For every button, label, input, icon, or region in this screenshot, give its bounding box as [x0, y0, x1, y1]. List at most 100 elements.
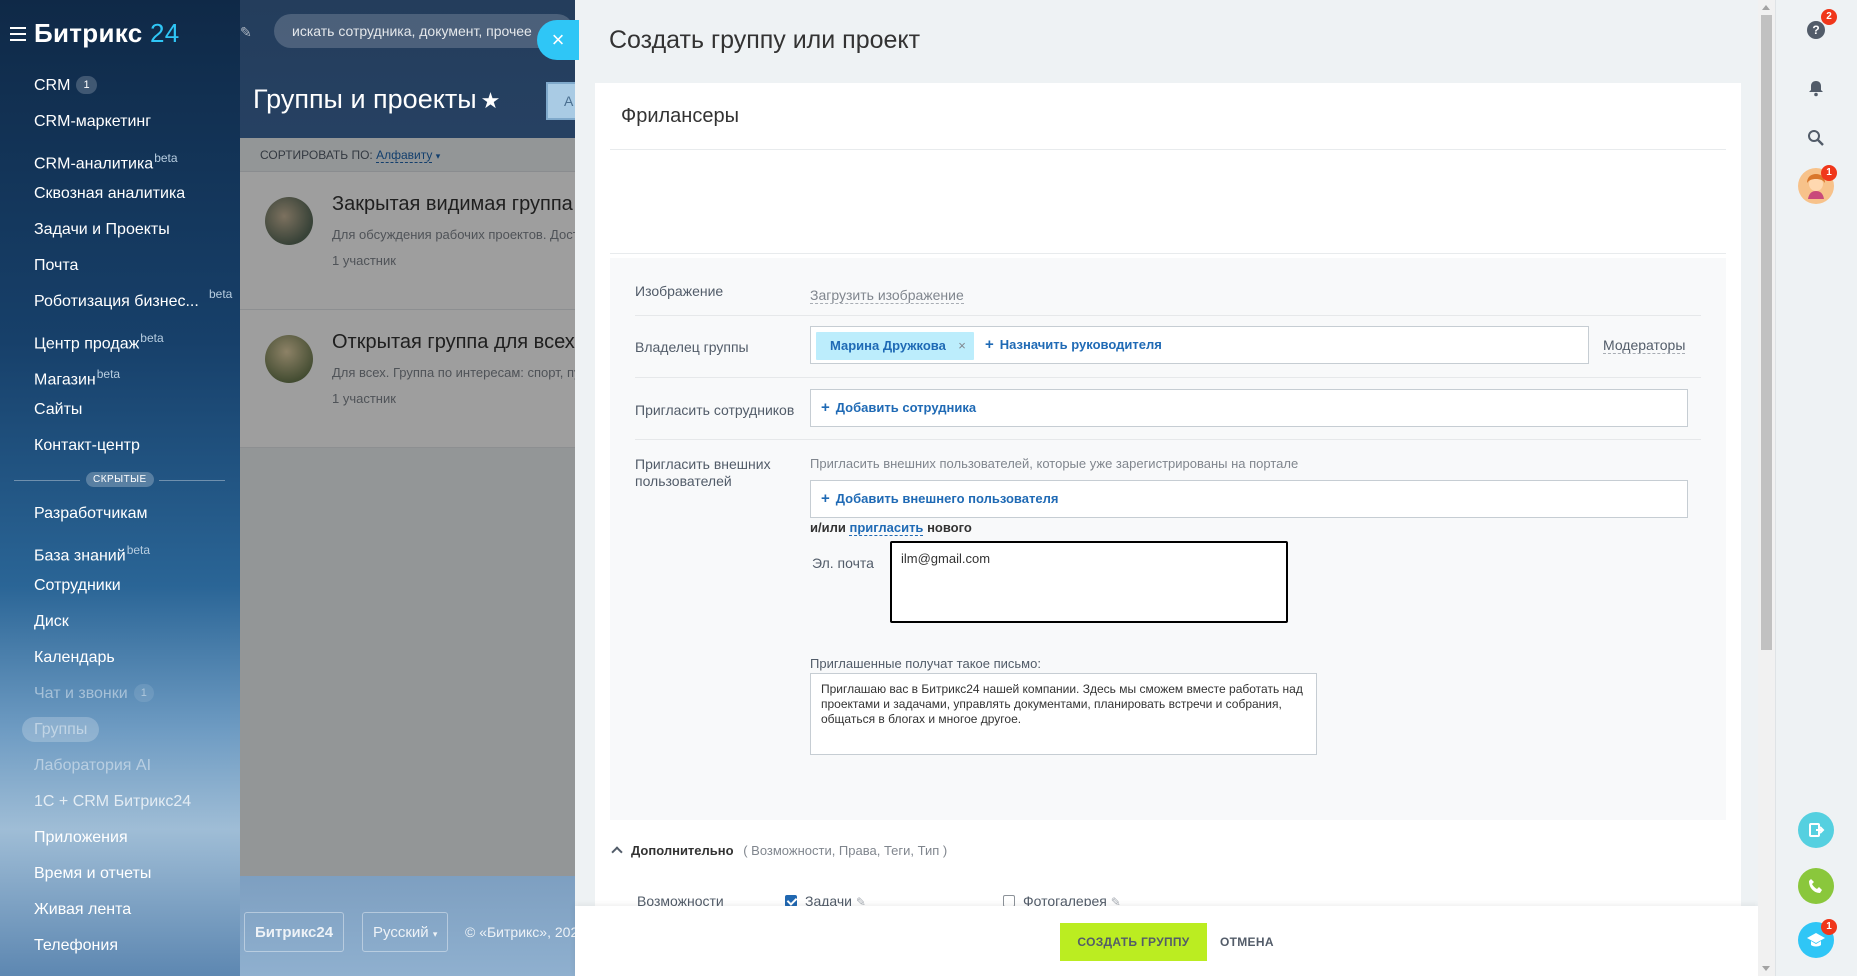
sidebar-item-chat[interactable]: Чат и звонки 1 [0, 676, 240, 712]
sidebar-item-label: База знаний [34, 547, 126, 565]
page-title: Группы и проекты ★ [253, 84, 500, 115]
open-lines-button[interactable] [1798, 812, 1834, 848]
search-button[interactable] [1798, 120, 1834, 156]
search-icon [1808, 130, 1824, 146]
language-select[interactable]: Русский ▾ [362, 912, 449, 952]
or-text: и/или [810, 520, 846, 535]
owner-label: Владелец группы [635, 339, 749, 355]
sidebar-item-label: Живая лента [34, 901, 132, 918]
scroll-down-arrow-icon[interactable] [1762, 966, 1770, 971]
email-input[interactable]: ilm@gmail.com [890, 541, 1288, 623]
sidebar-item-label: CRM-маркетинг [34, 113, 152, 130]
sidebar-item-shop[interactable]: Магазинbeta [0, 356, 240, 392]
sidebar-item-label: Сквозная аналитика [34, 185, 186, 202]
sidebar-item-sales-center[interactable]: Центр продажbeta [0, 320, 240, 356]
sidebar-item-telephony[interactable]: Телефония [0, 928, 240, 964]
divider [610, 149, 1726, 150]
bitrix24-logo[interactable]: Битрикс 24 [34, 18, 180, 49]
chevron-down-icon: ▾ [432, 929, 438, 939]
counter-badge: 1 [76, 76, 97, 94]
employee-selector[interactable]: + Добавить сотрудника [810, 389, 1688, 427]
sidebar-item-label: Сотрудники [34, 577, 121, 594]
sidebar-item-live-feed[interactable]: Живая лента [0, 892, 240, 928]
group-name-input[interactable]: Фрилансеры [621, 105, 739, 128]
add-external-user-link[interactable]: + Добавить внешнего пользователя [821, 481, 1058, 517]
remove-owner-icon[interactable]: × [958, 332, 966, 360]
user-avatar[interactable]: 1 [1798, 165, 1837, 204]
sidebar-item-label: Приложения [34, 829, 128, 846]
scrollbar-thumb[interactable] [1761, 15, 1772, 650]
letter-label: Приглашенные получат такое письмо: [810, 656, 1041, 671]
sidebar-item-through-analytics[interactable]: Сквозная аналитика [0, 176, 240, 212]
sidebar-item-disk[interactable]: Диск [0, 604, 240, 640]
add-employee-link[interactable]: + Добавить сотрудника [821, 390, 976, 426]
sidebar-item-crm-marketing[interactable]: CRM-маркетинг [0, 104, 240, 140]
sidebar-item-label: CRM-аналитика [34, 155, 154, 173]
svg-text:?: ? [1812, 23, 1819, 37]
sidebar-item-label: Календарь [34, 649, 115, 666]
sidebar-item-developers[interactable]: Разработчикам [0, 496, 240, 532]
upload-image-link[interactable]: Загрузить изображение [810, 287, 964, 304]
copyright-text: © «Битрикс», 202 [465, 924, 579, 940]
logo-number: 24 [150, 18, 180, 48]
additional-settings-toggle[interactable]: Дополнительно ( Возможности, Права, Теги… [611, 843, 947, 858]
external-user-selector[interactable]: + Добавить внешнего пользователя [810, 480, 1688, 518]
sidebar-item-label: Группы [22, 717, 100, 742]
sidebar-item-tasks[interactable]: Задачи и Проекты [0, 212, 240, 248]
sidebar-item-calendar[interactable]: Календарь [0, 640, 240, 676]
invitation-letter-textarea[interactable]: Приглашаю вас в Битрикс24 нашей компании… [810, 673, 1317, 755]
sidebar-item-label: Задачи и Проекты [34, 221, 170, 238]
sidebar-item-label: Почта [34, 257, 79, 274]
beta-label: beta [209, 287, 233, 301]
cancel-button[interactable]: ОТМЕНА [1220, 923, 1274, 961]
sidebar-item-apps[interactable]: Приложения [0, 820, 240, 856]
hidden-section-divider[interactable]: СКРЫТЫЕ [0, 466, 240, 494]
close-icon: × [551, 27, 565, 52]
academy-button[interactable]: 1 [1798, 919, 1837, 958]
phone-button[interactable] [1798, 868, 1834, 904]
beta-label: beta [96, 367, 121, 381]
sidebar-item-label: Контакт-центр [34, 437, 140, 454]
beta-label: beta [154, 151, 178, 165]
sidebar-item-sites[interactable]: Сайты [0, 392, 240, 428]
sidebar-item-crm-analytics[interactable]: CRM-аналитикаbeta [0, 140, 240, 176]
star-icon[interactable]: ★ [481, 88, 501, 113]
sidebar-item-time-reports[interactable]: Время и отчеты [0, 856, 240, 892]
edit-pencil-icon[interactable]: ✎ [240, 24, 252, 41]
scroll-up-arrow-icon[interactable] [1762, 5, 1770, 10]
external-users-hint: Пригласить внешних пользователей, которы… [810, 456, 1299, 471]
sidebar-item-mail[interactable]: Почта [0, 248, 240, 284]
sidebar-item-groups[interactable]: Группы [0, 712, 240, 748]
sidebar-item-employees[interactable]: Сотрудники [0, 568, 240, 604]
sidebar-item-1c-crm[interactable]: 1С + CRM Битрикс24 [0, 784, 240, 820]
sidebar-item-robotization[interactable]: Роботизация бизнес... beta [0, 284, 240, 320]
close-slider-button[interactable]: × [537, 20, 579, 60]
chevron-up-icon [611, 846, 623, 858]
notifications-button[interactable] [1798, 70, 1834, 106]
plus-icon: + [985, 336, 994, 353]
moderators-wrap: Модераторы [1603, 337, 1686, 355]
assign-head-link[interactable]: + Назначить руководителя [985, 327, 1162, 363]
sidebar-item-crm[interactable]: CRM 1 [0, 68, 240, 104]
beta-label: beta [126, 543, 151, 557]
help-button[interactable]: ? 2 [1798, 9, 1837, 48]
top-bar: ✎ искать сотрудника, документ, прочее [240, 0, 575, 66]
owner-selector[interactable]: Марина Дружкова × + Назначить руководителя [810, 326, 1589, 364]
sidebar-item-label: Разработчикам [34, 505, 148, 522]
search-input[interactable]: искать сотрудника, документ, прочее [274, 14, 574, 48]
menu-burger-icon[interactable] [10, 26, 26, 41]
slider-scrollbar[interactable] [1758, 0, 1775, 976]
sidebar-item-ai-lab[interactable]: Лаборатория AI [0, 748, 240, 784]
moderators-link[interactable]: Модераторы [1603, 337, 1686, 354]
invite-employees-row: Пригласить сотрудников + Добавить сотрудн… [635, 378, 1701, 440]
left-sidebar: Битрикс 24 CRM 1 CRM-маркетинг CRM-аналит… [0, 0, 240, 976]
footer-logo-button[interactable]: Битрикс24 [244, 912, 345, 952]
create-group-button[interactable]: СОЗДАТЬ ГРУППУ [1060, 923, 1207, 961]
sidebar-item-label: Время и отчеты [34, 865, 152, 882]
sidebar-item-knowledge-base[interactable]: База знанийbeta [0, 532, 240, 568]
sidebar-item-contact-center[interactable]: Контакт-центр [0, 428, 240, 464]
invite-new-link[interactable]: пригласить [849, 520, 924, 536]
owner-tag[interactable]: Марина Дружкова × [816, 332, 974, 360]
sidebar-item-label: Центр продаж [34, 335, 140, 353]
chat-exit-icon [1809, 823, 1825, 837]
